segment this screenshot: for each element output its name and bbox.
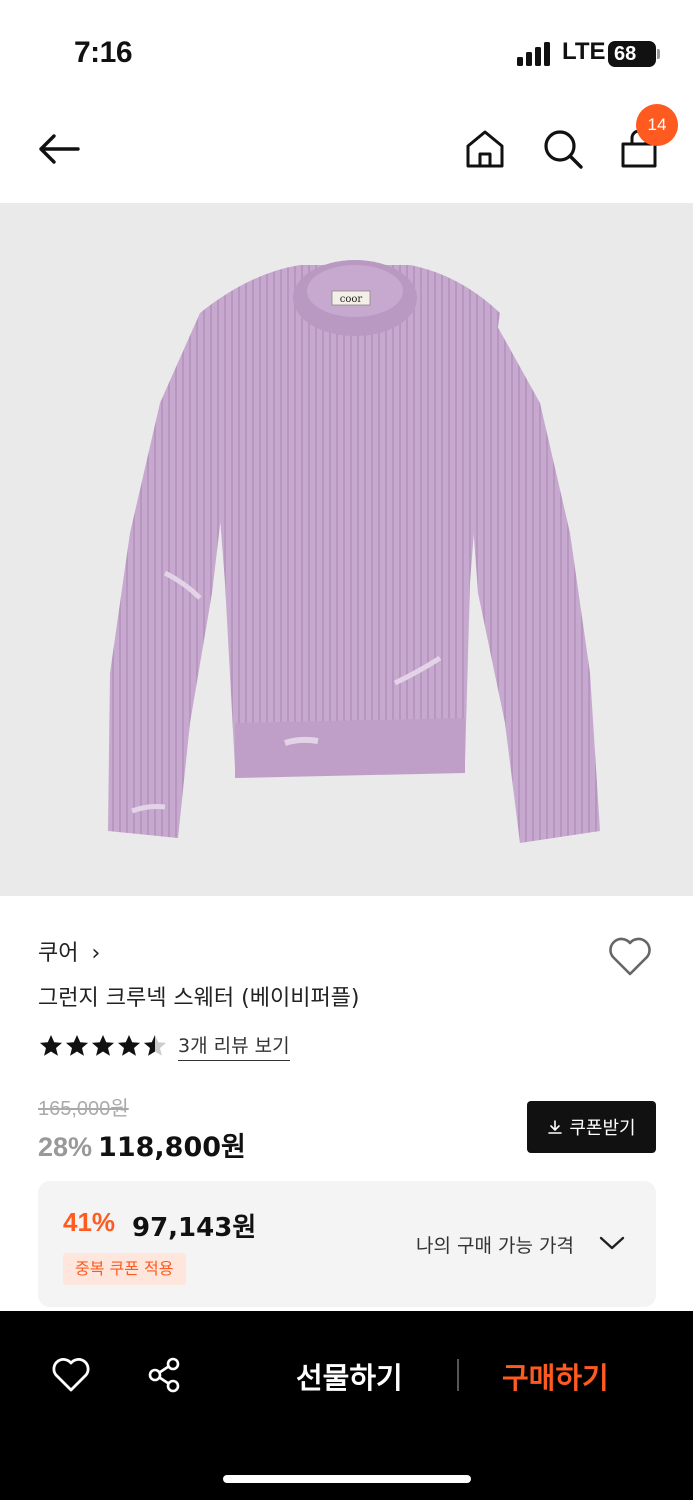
sale-price: 118,800원 [98,1132,246,1163]
home-icon [466,130,504,168]
search-button[interactable] [538,124,588,174]
rating-stars [38,1033,168,1059]
star-icon [40,1035,62,1056]
star-icon [144,1035,166,1056]
share-button[interactable] [146,1356,184,1394]
product-name: 그런지 크루넥 스웨터 (베이비퍼플) [38,986,360,1011]
battery-tip [657,49,660,59]
star-icon [66,1035,88,1056]
arrow-left-icon [39,134,80,164]
cart-count-badge: 14 [636,104,678,146]
my-price-label: 나의 구매 가능 가격 [416,1235,574,1257]
share-icon [148,1357,180,1393]
buy-button[interactable]: 구매하기 [502,1355,609,1397]
search-icon [544,130,583,169]
chevron-down-icon [599,1236,625,1250]
download-icon [548,1120,563,1134]
sweater-image: coor [108,260,600,843]
gift-button[interactable]: 선물하기 [296,1355,403,1397]
brand-link[interactable]: 쿠어 › [38,935,100,967]
review-link[interactable]: 3개 리뷰 보기 [178,1031,290,1061]
wishlist-button[interactable] [604,930,656,982]
sale-price-row: 28% 118,800원 [38,1125,246,1164]
coupon-button[interactable]: 쿠폰받기 [527,1101,656,1153]
heart-outline-icon [609,937,651,976]
back-button[interactable] [34,124,84,174]
best-discount-rate: 41% [63,1207,116,1237]
best-price: 97,143원 [132,1213,257,1243]
signal-icon [517,42,555,66]
status-bar: 7:16 LTE 68 [0,0,693,100]
brand-name: 쿠어 [38,941,79,966]
bottom-wishlist-button[interactable] [50,1355,92,1395]
coupon-button-label: 쿠폰받기 [569,1118,636,1139]
rating-row: 3개 리뷰 보기 [38,1031,290,1061]
product-image[interactable]: coor [0,203,693,896]
bottom-action-bar [0,1311,693,1500]
status-time: 7:16 [74,36,133,69]
chevron-right-icon: › [91,941,101,966]
brand-label-text: coor [340,294,363,305]
battery-icon: 68 [608,41,656,67]
best-price-box[interactable]: 41% 97,143원 중복 쿠폰 적용 나의 구매 가능 가격 [38,1181,656,1307]
home-button[interactable] [460,124,510,174]
network-label: LTE [562,38,606,65]
star-icon [118,1035,140,1056]
star-icon [92,1035,114,1056]
duplicate-coupon-badge: 중복 쿠폰 적용 [63,1253,186,1285]
heart-outline-icon [52,1358,90,1392]
discount-rate: 28% [38,1132,93,1162]
battery-level: 68 [614,43,637,65]
original-price: 165,000원 [38,1098,129,1120]
home-indicator [223,1475,471,1483]
bottom-divider [457,1359,459,1391]
